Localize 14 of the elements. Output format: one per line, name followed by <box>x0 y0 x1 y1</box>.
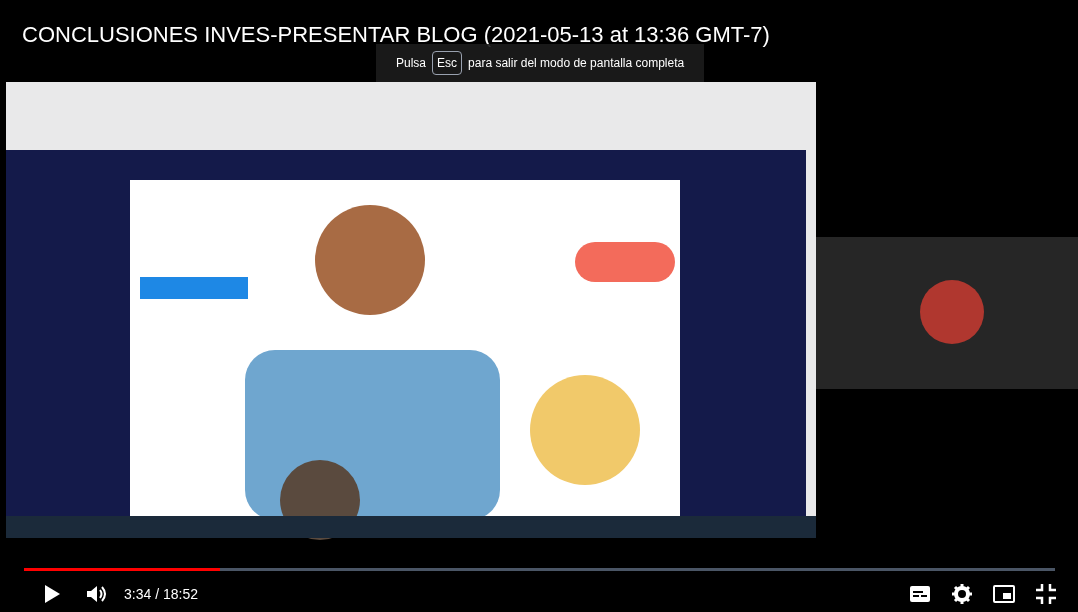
hint-text: Pulsa <box>396 55 427 72</box>
miniplayer-button[interactable] <box>992 582 1016 606</box>
subtitles-icon <box>910 586 930 602</box>
play-icon <box>43 584 61 604</box>
miniplayer-icon <box>993 585 1015 603</box>
video-title: CONCLUSIONES INVES-PRESENTAR BLOG (2021-05-13 at 13:36 GMT-7) <box>22 21 770 49</box>
volume-icon <box>86 584 108 604</box>
settings-icon <box>952 584 972 604</box>
time-display: 3:34 / 18:52 <box>124 584 198 604</box>
exit-fullscreen-icon <box>1036 584 1056 604</box>
exit-fullscreen-button[interactable] <box>1034 582 1058 606</box>
esc-key: Esc <box>432 51 463 75</box>
settings-button[interactable] <box>950 582 974 606</box>
hint-text: para salir del modo de pantalla completa <box>468 55 685 72</box>
